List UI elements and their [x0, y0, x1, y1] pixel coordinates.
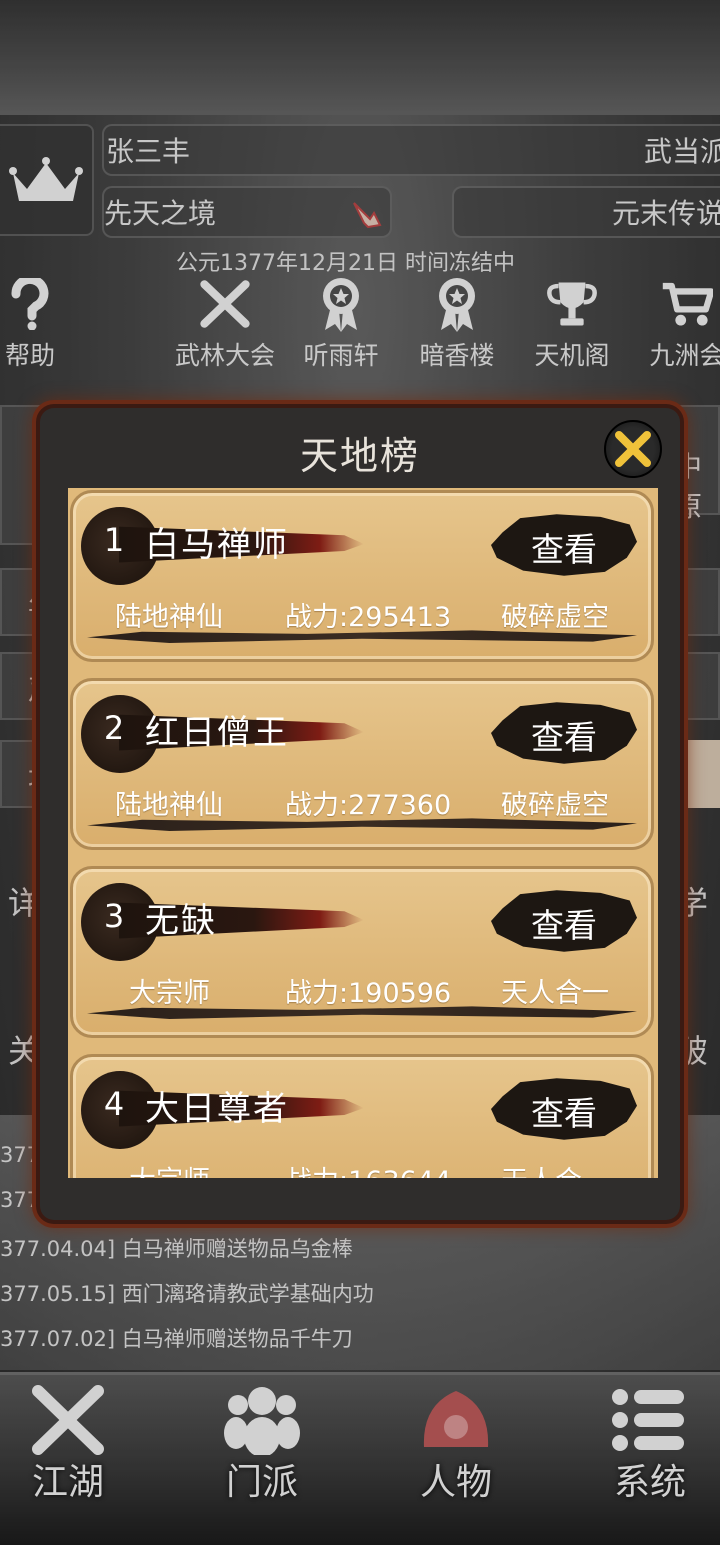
ranking-title: 陆地神仙 [115, 790, 223, 821]
combat-power: 战力:295413 [285, 602, 452, 633]
rank-number: 3 [103, 897, 125, 935]
ranking-name: 红日僧王 [145, 713, 289, 753]
modal-title: 天地榜 [299, 434, 420, 478]
view-button-label: 查看 [531, 906, 597, 945]
ranking-card: 2 红日僧王 查看 陆地神仙 战力:277360 破碎虚空 [70, 678, 654, 850]
ranking-title: 陆地神仙 [115, 602, 223, 633]
view-button-label: 查看 [531, 1094, 597, 1133]
rank-number: 4 [103, 1085, 125, 1123]
ranking-realm: 破碎虚空 [501, 790, 609, 821]
view-button-label: 查看 [531, 718, 597, 757]
ranking-realm: 天人合一 [501, 1159, 609, 1178]
ranking-name: 大日尊者 [145, 1089, 289, 1129]
ranking-name: 无缺 [145, 901, 217, 941]
combat-power: 战力:190596 [285, 978, 452, 1009]
rank-number: 1 [103, 521, 125, 559]
ranking-realm: 破碎虚空 [501, 602, 609, 633]
view-button-label: 查看 [531, 530, 597, 569]
ranking-title: 大宗师 [129, 978, 210, 1009]
ranking-title: 大宗师 [129, 1159, 210, 1178]
rank-number: 2 [103, 709, 125, 747]
combat-power: 战力:163644 [285, 1159, 451, 1178]
view-button[interactable]: 查看 [491, 513, 637, 577]
view-button[interactable]: 查看 [491, 701, 637, 765]
close-button[interactable] [604, 420, 662, 478]
ranking-card: 1 白马禅师 查看 陆地神仙 战力:295413 破碎虚空 [70, 490, 654, 662]
view-button[interactable]: 查看 [491, 889, 637, 953]
ranking-card: 4 大日尊者 查看 大宗师 战力:163644 天人合一 [70, 1054, 654, 1178]
ranking-card: 3 无缺 查看 大宗师 战力:190596 天人合一 [70, 866, 654, 1038]
ranking-realm: 天人合一 [501, 978, 609, 1009]
view-button[interactable]: 查看 [491, 1077, 637, 1141]
ranking-name: 白马禅师 [145, 525, 289, 565]
close-icon [615, 431, 651, 467]
ranking-list[interactable]: 1 白马禅师 查看 陆地神仙 战力:295413 破碎虚空 2 红日僧王 查看 … [68, 488, 658, 1178]
combat-power: 战力:277360 [285, 790, 452, 821]
